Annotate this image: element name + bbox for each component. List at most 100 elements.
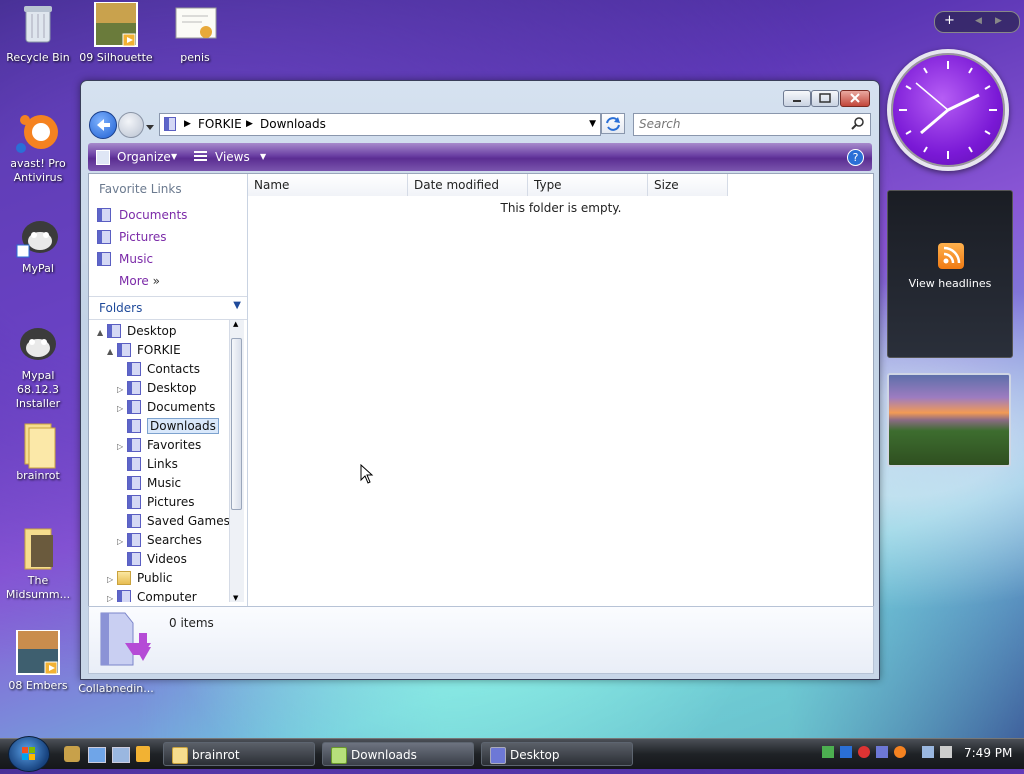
- column-header-size[interactable]: Size: [648, 174, 728, 196]
- search-input[interactable]: Search: [633, 113, 871, 136]
- column-header-type[interactable]: Type: [528, 174, 648, 196]
- expand-arrow-icon[interactable]: ▲: [107, 343, 117, 361]
- more-links-button[interactable]: More »: [119, 272, 160, 290]
- recycle-bin-icon: [15, 2, 61, 48]
- expand-arrow-icon[interactable]: ▷: [117, 400, 127, 418]
- network-connection-icon[interactable]: [922, 746, 934, 758]
- breadcrumb-downloads[interactable]: Downloads: [260, 116, 326, 133]
- folder-icon: [164, 117, 176, 131]
- folder-tree-item[interactable]: Saved Games: [117, 512, 229, 530]
- notification-area: 7:49 PM: [818, 743, 1024, 765]
- folder-tree-item[interactable]: Links: [117, 455, 178, 473]
- folder-tree-item[interactable]: ▷ Computer: [107, 588, 197, 602]
- desktop-icon-recycle-bin[interactable]: Recycle Bin: [0, 2, 76, 65]
- folder-tree-item[interactable]: ▷ Desktop: [117, 379, 197, 397]
- warning-shield-icon[interactable]: [858, 746, 870, 758]
- organize-button[interactable]: Organize ▼: [96, 143, 186, 171]
- folder-tree-item[interactable]: Pictures: [117, 493, 195, 511]
- desktop-icon-mypal-installer[interactable]: Mypal 68.12.3 Installer: [0, 320, 76, 411]
- column-label: Name: [254, 178, 290, 192]
- favorite-link-pictures[interactable]: Pictures: [97, 228, 167, 246]
- taskbar-button-brainrot[interactable]: brainrot: [163, 742, 315, 766]
- folder-tree-item[interactable]: Videos: [117, 550, 187, 568]
- address-bar[interactable]: ▶ FORKIE ▶ Downloads ▼: [159, 113, 601, 136]
- start-button[interactable]: [8, 736, 50, 772]
- help-button[interactable]: ?: [847, 149, 864, 166]
- desktop-icon-avast[interactable]: avast! Pro Antivirus: [0, 108, 76, 185]
- view-headlines-label[interactable]: View headlines: [888, 277, 1012, 290]
- show-desktop-icon[interactable]: [88, 747, 106, 763]
- folder-tree-item[interactable]: Music: [117, 474, 181, 492]
- close-button[interactable]: [840, 90, 870, 107]
- desktop-icon-09-silhouette[interactable]: 09 Silhouette: [78, 1, 154, 65]
- address-dropdown-icon[interactable]: ▼: [589, 117, 596, 132]
- folder-icon: [15, 420, 61, 469]
- desktop-icon-collab[interactable]: Collabnedin...: [78, 682, 154, 696]
- folder-tree-item[interactable]: Contacts: [117, 360, 200, 378]
- folder-tree: ▲ Desktop ▲ FORKIE Contacts ▷ Desktop ▷ Document…: [89, 320, 229, 602]
- desktop-icon-penis[interactable]: penis: [157, 2, 233, 65]
- avast-tray-icon[interactable]: [894, 746, 906, 758]
- expand-arrow-icon[interactable]: ▲: [97, 324, 107, 342]
- clock-gadget[interactable]: [887, 49, 1009, 171]
- network-icon[interactable]: [822, 746, 834, 758]
- favorite-link-label: Documents: [119, 208, 188, 222]
- folder-icon: [127, 533, 141, 547]
- slideshow-gadget[interactable]: [887, 373, 1011, 467]
- desktop-icon-midsummer[interactable]: The Midsumm...: [0, 525, 76, 602]
- volume-muted-icon[interactable]: [940, 746, 952, 758]
- desktop-icon-label: 08 Embers: [8, 679, 68, 692]
- folder-icon: [117, 590, 131, 602]
- maximize-button[interactable]: [811, 90, 839, 107]
- add-gadget-button[interactable]: +: [944, 13, 955, 28]
- expand-arrow-icon[interactable]: ▷: [107, 571, 117, 589]
- favorite-link-music[interactable]: Music: [97, 250, 153, 268]
- scroll-up-icon[interactable]: ▲: [233, 320, 238, 328]
- desktop-icon-mypal[interactable]: MyPal: [0, 213, 76, 276]
- folder-tree-item[interactable]: ▲ Desktop: [97, 322, 177, 340]
- refresh-button[interactable]: [601, 113, 625, 134]
- favorite-link-documents[interactable]: Documents: [97, 206, 187, 224]
- folder-tree-item[interactable]: ▷ Documents: [117, 398, 215, 416]
- recent-pages-button[interactable]: [145, 121, 155, 130]
- expand-arrow-icon[interactable]: ▷: [117, 438, 127, 456]
- expand-arrow-icon[interactable]: ▷: [107, 590, 117, 602]
- feed-headlines-gadget[interactable]: View headlines: [887, 190, 1013, 358]
- folder-icon: [127, 457, 141, 471]
- app-tray-icon[interactable]: [876, 746, 888, 758]
- folder-tree-label: FORKIE: [137, 343, 181, 357]
- tree-scrollbar[interactable]: ▲ ▼: [229, 320, 244, 602]
- expand-arrow-icon[interactable]: ▷: [117, 381, 127, 399]
- back-button[interactable]: [89, 111, 117, 139]
- breadcrumb-forkie[interactable]: FORKIE: [198, 116, 242, 133]
- folder-tree-item[interactable]: Downloads: [117, 417, 219, 435]
- clock-time[interactable]: 7:49 PM: [964, 746, 1012, 760]
- taskbar-button-desktop[interactable]: Desktop: [481, 742, 633, 766]
- app-quick-launch-icon[interactable]: [64, 746, 80, 762]
- switch-windows-icon[interactable]: [112, 747, 130, 763]
- desktop-icon-brainrot[interactable]: brainrot: [0, 420, 76, 483]
- minimize-button[interactable]: [783, 90, 811, 107]
- forward-button[interactable]: [118, 112, 144, 138]
- views-button[interactable]: Views ▼: [194, 143, 274, 171]
- scroll-down-icon[interactable]: ▼: [233, 594, 238, 602]
- taskbar-button-label: brainrot: [192, 748, 240, 762]
- expand-arrow-icon[interactable]: ▷: [117, 533, 127, 551]
- column-header-date-modified[interactable]: Date modified: [408, 174, 528, 196]
- folder-tree-item[interactable]: ▷ Public: [107, 569, 173, 587]
- previous-gadget-icon[interactable]: ◀: [975, 16, 982, 26]
- folder-tree-item[interactable]: ▷ Searches: [117, 531, 202, 549]
- folders-header[interactable]: Folders ▼: [89, 296, 247, 320]
- folder-tree-item[interactable]: ▷ Favorites: [117, 436, 201, 454]
- security-icon[interactable]: [840, 746, 852, 758]
- column-header-name[interactable]: Name: [248, 174, 408, 196]
- folder-tree-label: Pictures: [147, 495, 195, 509]
- desktop-icon-08-embers[interactable]: 08 Embers: [0, 629, 76, 693]
- next-gadget-icon[interactable]: ▶: [995, 16, 1002, 26]
- scrollbar-thumb[interactable]: [231, 338, 242, 510]
- media-player-icon[interactable]: [136, 746, 150, 762]
- folder-tree-item[interactable]: ▲ FORKIE: [107, 341, 181, 359]
- folder-tree-label: Computer: [137, 590, 197, 602]
- taskbar-button-downloads[interactable]: Downloads: [322, 742, 474, 766]
- explorer-window: ▶ FORKIE ▶ Downloads ▼ Search Organize ▼…: [80, 80, 880, 680]
